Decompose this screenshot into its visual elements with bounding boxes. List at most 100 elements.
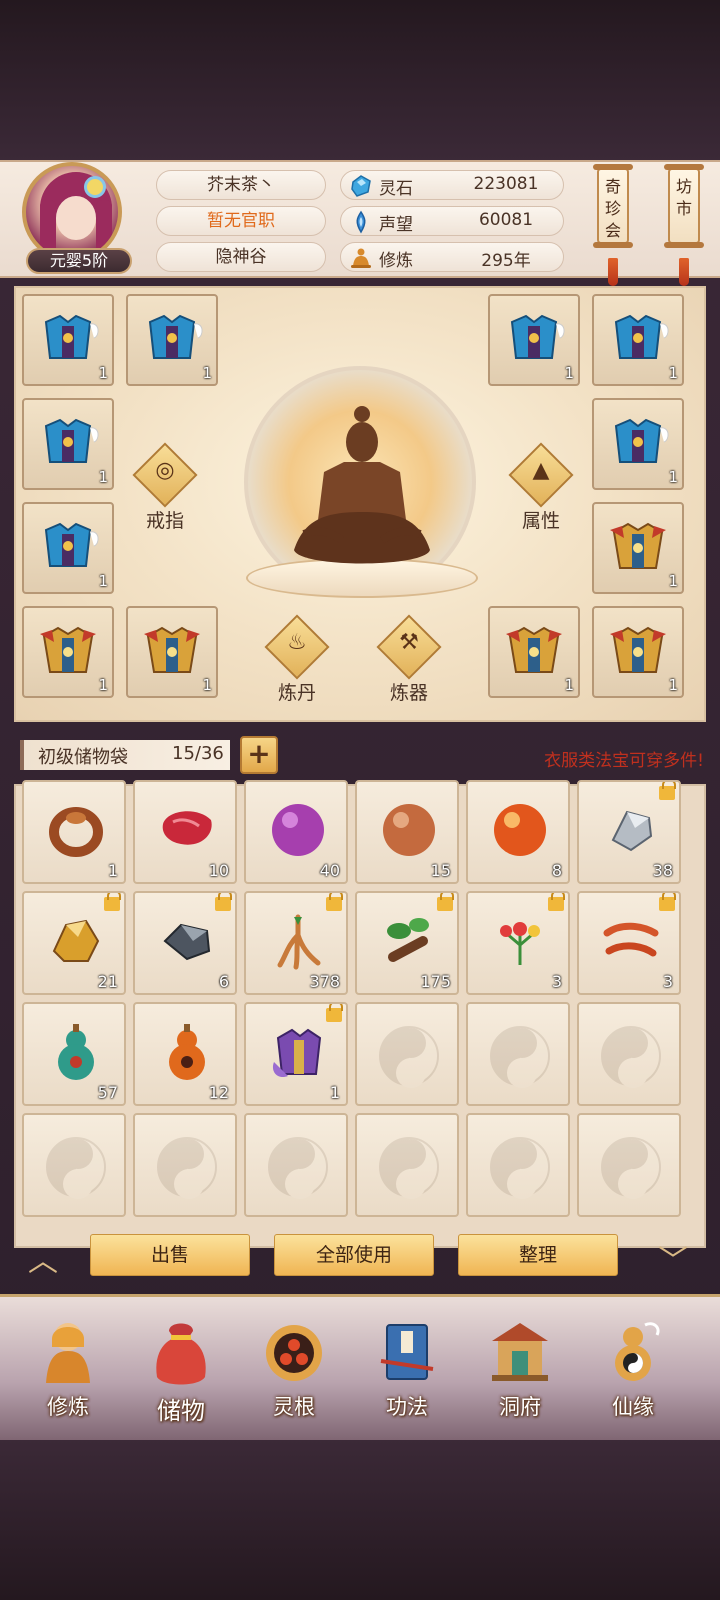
orange-gourd-icon [169,1024,205,1080]
inventory-slot[interactable]: 40 [244,780,348,884]
scroll-down-arrow-icon[interactable]: ﹀ [648,1236,698,1279]
yin-yang-icon [601,1137,661,1199]
use-all-button[interactable]: 全部使用 [274,1234,434,1276]
lock-icon [215,893,232,911]
equip-slot-right-3[interactable]: 1 [592,398,684,490]
sell-button[interactable]: 出售 [90,1234,250,1276]
green-gourd-icon [58,1024,94,1080]
inventory-slot[interactable]: 38 [577,780,681,884]
inventory-slot[interactable]: 3 [466,891,570,995]
inventory-slot[interactable]: 12 [133,1002,237,1106]
empty-inventory-slot[interactable] [577,1113,681,1217]
official-post[interactable]: 暂无官职 [156,206,326,236]
blue-armor-icon [510,314,565,359]
bag-name: 初级储物袋 [38,747,128,768]
empty-inventory-slot[interactable] [355,1002,459,1106]
item-count: 378 [309,972,340,991]
equip-slot-right-4[interactable]: 1 [592,502,684,594]
item-count: 1 [329,1083,340,1102]
inventory-slot[interactable]: 378 [244,891,348,995]
equip-slot-right-2[interactable]: 1 [592,294,684,386]
inventory-slot[interactable]: 57 [22,1002,126,1106]
yin-yang-icon [601,1026,661,1088]
inventory-slot[interactable]: 21 [22,891,126,995]
ring-button[interactable]: ◎ 戒指 [130,442,200,538]
silver-ore-icon [611,810,653,852]
lock-icon [659,782,676,800]
alchemy-button[interactable]: ♨ 炼丹 [262,614,332,710]
bag-hint: 衣服类法宝可穿多件! [544,751,704,771]
inventory-slot[interactable]: 6 [133,891,237,995]
herb-root-icon [387,918,429,962]
ring-icon: ◎ [155,458,175,483]
market-button[interactable]: 坊市 [664,164,704,248]
sect-name: 隐神谷 [156,242,326,272]
equip-slot-left-6[interactable]: 1 [126,606,218,698]
empty-inventory-slot[interactable] [22,1113,126,1217]
equip-slot-left-2[interactable]: 1 [126,294,218,386]
realm-badge: 元婴5阶 [26,248,132,274]
sort-button[interactable]: 整理 [458,1234,618,1276]
expand-bag-button[interactable]: + [240,736,278,774]
empty-inventory-slot[interactable] [466,1002,570,1106]
item-count: 1 [668,468,678,486]
resource-label: 声望 [379,215,413,235]
nav-cultivate[interactable]: 修炼 [18,1311,118,1431]
nav-cave-mansion[interactable]: 洞府 [470,1311,570,1431]
item-count: 1 [98,572,108,590]
equip-slot-right-5[interactable]: 1 [488,606,580,698]
item-count: 1 [98,676,108,694]
player-avatar[interactable]: 元婴5阶 [20,162,132,274]
blue-armor-icon [44,314,99,359]
forging-button[interactable]: ⚒ 炼器 [374,614,444,710]
ginseng-icon [277,914,321,970]
item-count: 57 [97,1083,118,1102]
cauldron-icon: ♨ [287,630,307,655]
equip-slot-left-3[interactable]: 1 [22,398,114,490]
inventory-slot[interactable]: 10 [133,780,237,884]
item-count: 8 [551,861,562,880]
inventory-slot[interactable]: 8 [466,780,570,884]
inventory-slot[interactable]: 1 [22,780,126,884]
scroll-up-arrow-icon[interactable]: ︿ [18,1236,68,1279]
gourd-icon [615,1322,660,1381]
nav-label: 储物 [157,1397,205,1425]
alchemy-label: 炼丹 [277,682,316,704]
nav-techniques[interactable]: 功法 [357,1311,457,1431]
cordyceps-icon [603,922,659,957]
equip-slot-right-6[interactable]: 1 [592,606,684,698]
inventory-slot[interactable]: 3 [577,891,681,995]
attributes-button[interactable]: ▲ 属性 [506,442,576,538]
item-count: 1 [202,676,212,694]
empty-inventory-slot[interactable] [244,1113,348,1217]
treasure-fair-label: 奇珍会 [604,177,621,240]
tassel-icon [608,258,618,286]
lock-icon [326,893,343,911]
empty-inventory-slot[interactable] [466,1113,570,1217]
inventory-slot[interactable]: 1 [244,1002,348,1106]
treasure-fair-button[interactable]: 奇珍会 [593,164,633,248]
pouch-icon [156,1323,206,1385]
gold-ore-icon [52,919,100,962]
nav-label: 灵根 [273,1395,315,1419]
item-count: 1 [98,364,108,382]
equip-slot-left-1[interactable]: 1 [22,294,114,386]
empty-inventory-slot[interactable] [355,1113,459,1217]
nav-immortal-fate[interactable]: 仙缘 [583,1311,683,1431]
inventory-slot[interactable]: 175 [355,891,459,995]
equip-slot-left-4[interactable]: 1 [22,502,114,594]
spirit-stone-row: 灵石 223081 [340,170,564,200]
resource-label: 灵石 [379,179,413,199]
blue-armor-icon [44,522,99,567]
empty-inventory-slot[interactable] [577,1002,681,1106]
inventory-slot[interactable]: 15 [355,780,459,884]
equip-slot-left-5[interactable]: 1 [22,606,114,698]
yin-yang-icon [157,1137,217,1199]
nav-spirit-root[interactable]: 灵根 [244,1311,344,1431]
empty-inventory-slot[interactable] [133,1113,237,1217]
nav-storage[interactable]: 储物 [131,1311,231,1431]
item-count: 1 [564,364,574,382]
purple-armor-icon [272,1028,322,1078]
equip-slot-right-1[interactable]: 1 [488,294,580,386]
prestige-icon [356,210,366,234]
